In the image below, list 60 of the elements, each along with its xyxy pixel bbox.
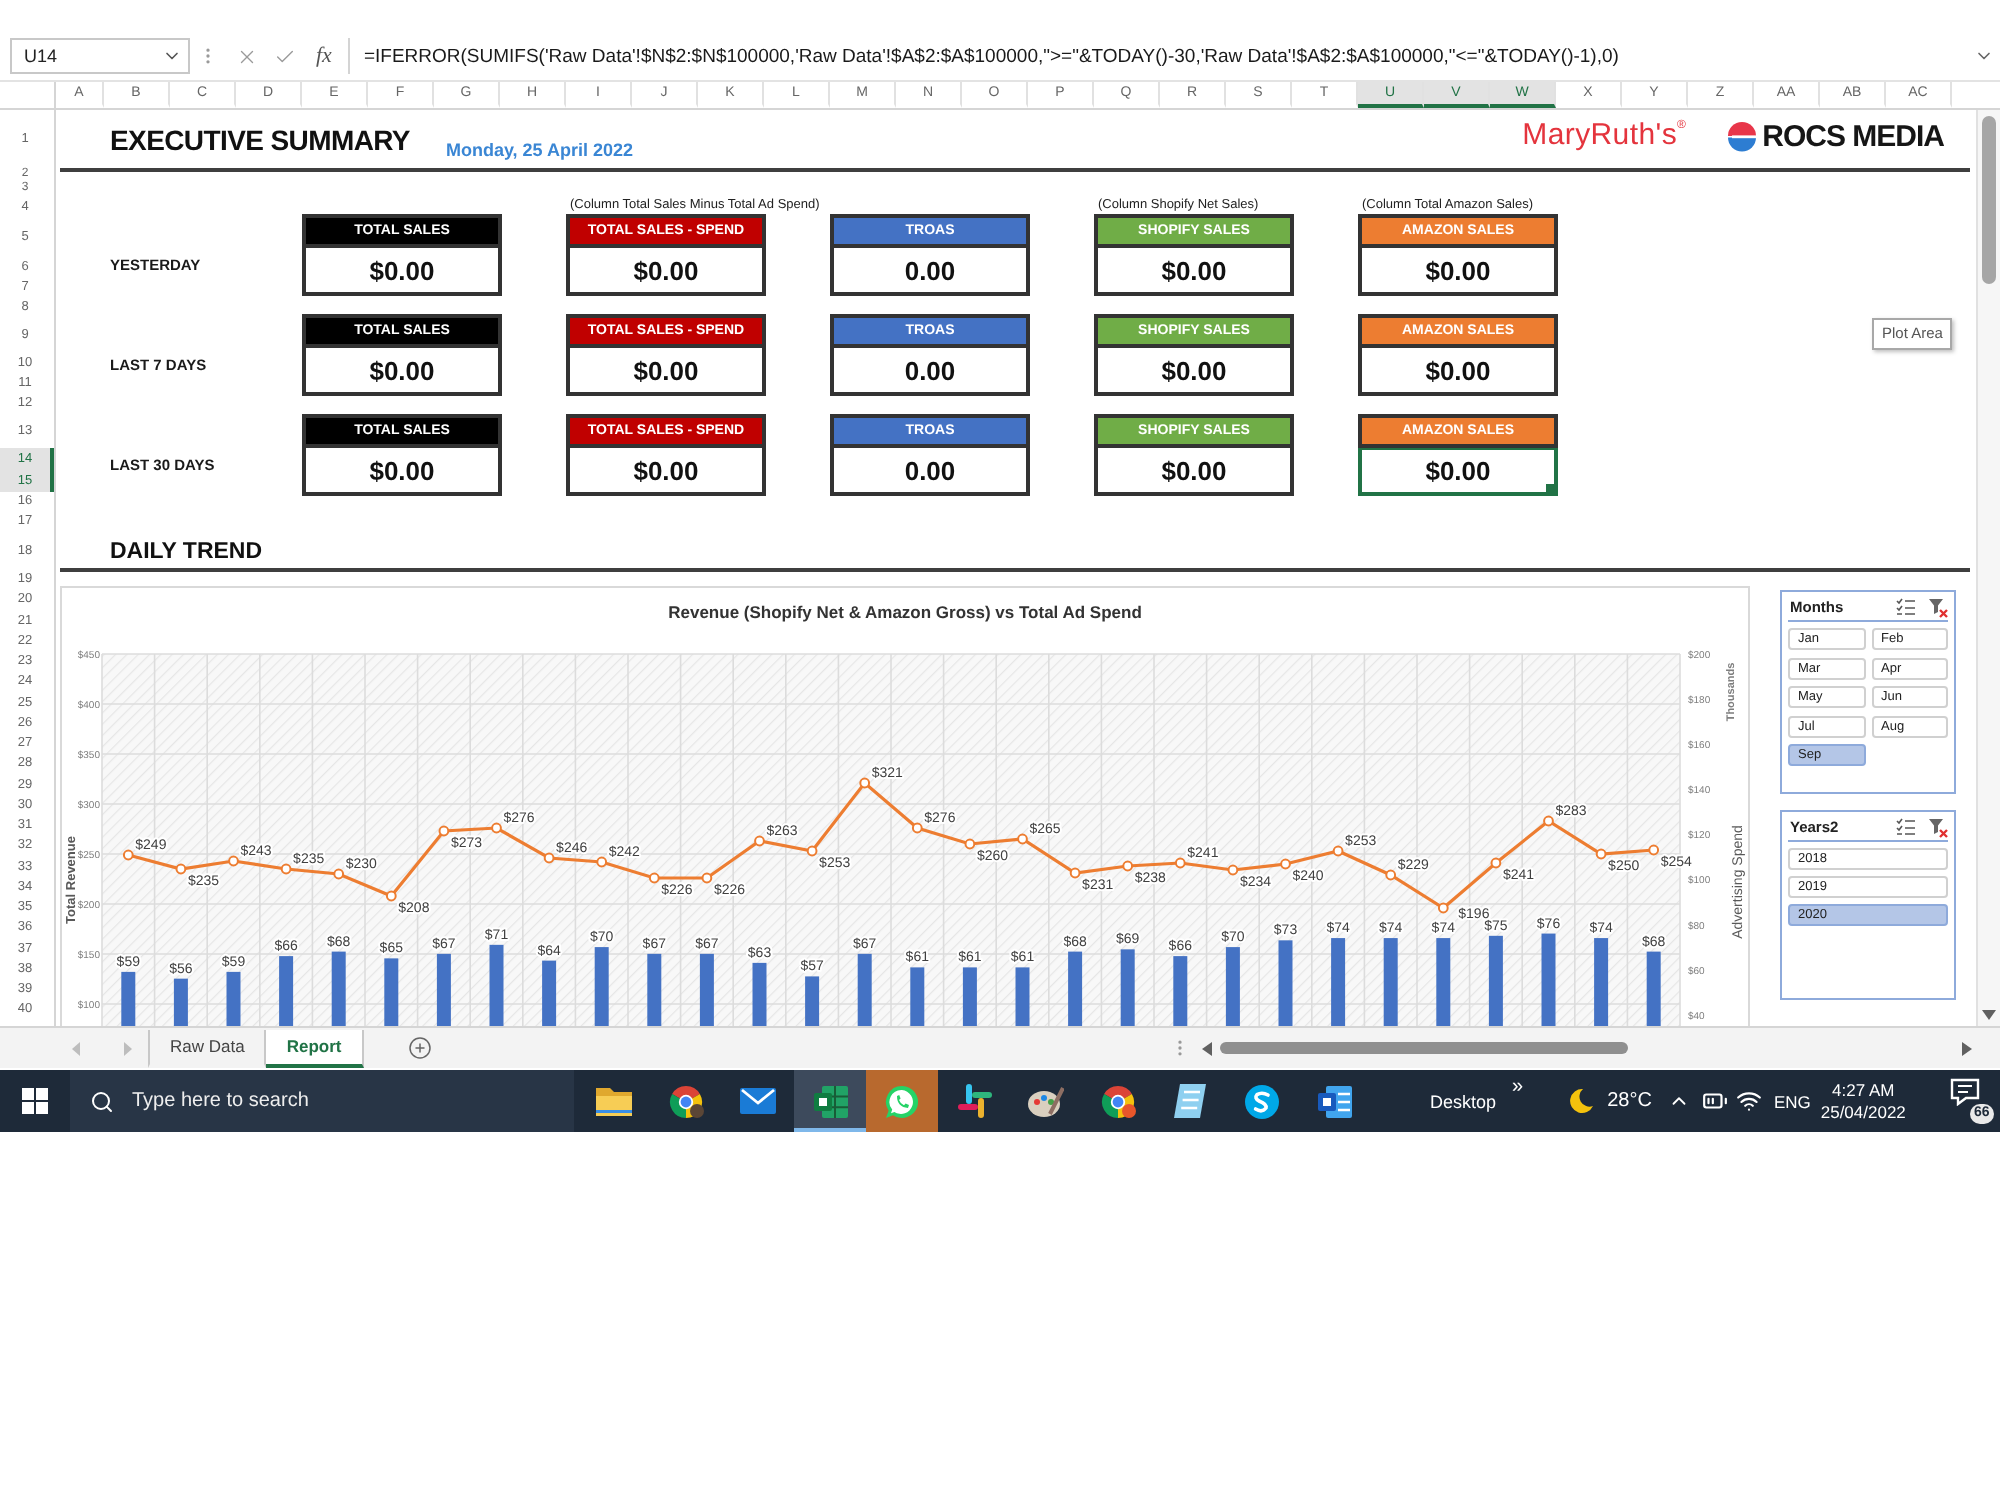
swirl-icon: [1244, 1083, 1280, 1119]
brand-logo: ROCS MEDIA: [1762, 119, 1944, 153]
search-box[interactable]: Type here to search: [70, 1070, 574, 1132]
brand-logo: MaryRuth's$^{®}$: [1522, 118, 1687, 154]
clock[interactable]: 4:27 AM 25/04/2022: [1820, 1080, 1906, 1122]
chart-title: Revenue (Shopify Net & Amazon Gross) vs Total Ad Spend: [668, 602, 1142, 626]
card-value[interactable]: $0.00: [1094, 348, 1294, 396]
chat-icon: [884, 1083, 920, 1119]
battery-icon[interactable]: [1701, 1088, 1728, 1114]
card-value[interactable]: 0.00: [830, 248, 1030, 296]
fill-handle[interactable]: [1546, 484, 1554, 492]
date-text: Monday, 25 April 2022: [445, 140, 633, 162]
name-box[interactable]: U14: [10, 38, 190, 74]
start-icon: [22, 1088, 48, 1114]
clear-filter-icon[interactable]: [1928, 817, 1948, 837]
language-indicator[interactable]: ENG: [1773, 1089, 1811, 1113]
desktop-label[interactable]: Desktop: [1430, 1089, 1497, 1113]
temperature-text[interactable]: 28°C: [1607, 1089, 1652, 1113]
multi-select-icon[interactable]: [1896, 818, 1916, 836]
card-value[interactable]: 0.00: [830, 348, 1030, 396]
spreadsheet-icon: [813, 1085, 847, 1117]
search-icon: [90, 1089, 114, 1113]
card-value[interactable]: 0.00: [830, 448, 1030, 496]
formula-field[interactable]: =IFERROR(SUMIFS('Raw Data'!$N$2:$N$100000,'Raw Data'!$A$2:$A$100000,">="&TODAY()-30,'Raw Data'!$A$2:$A$100000,"<="&TODAY()-1),0): [347, 38, 1968, 74]
add-icon[interactable]: [407, 1036, 432, 1060]
scrollbar-thumb[interactable]: [1982, 116, 1996, 284]
check-icon[interactable]: [274, 45, 296, 67]
card-value[interactable]: $0.00: [566, 248, 766, 296]
moon-icon: [1567, 1088, 1594, 1114]
card-value[interactable]: $0.00: [302, 448, 502, 496]
scrollbar-thumb[interactable]: [1219, 1042, 1628, 1054]
card-value[interactable]: $0.00: [1358, 348, 1558, 396]
card-value[interactable]: $0.00: [302, 348, 502, 396]
hash-icon: [957, 1084, 991, 1118]
card-value[interactable]: $0.00: [1094, 448, 1294, 496]
function-button[interactable]: fx: [312, 42, 336, 70]
card-value[interactable]: $0.00: [1358, 448, 1558, 496]
page-title: EXECUTIVE SUMMARY: [110, 124, 410, 156]
card-value[interactable]: $0.00: [302, 248, 502, 296]
circle-logo-icon: [1726, 120, 1759, 152]
document-icon: [1317, 1085, 1351, 1117]
speech-bubble-icon: [1949, 1077, 1980, 1105]
card-value[interactable]: $0.00: [1358, 248, 1558, 296]
cross-icon[interactable]: [236, 45, 258, 67]
section-title: DAILY TREND: [110, 540, 263, 566]
clear-filter-icon[interactable]: [1928, 597, 1948, 617]
card-value[interactable]: $0.00: [1094, 248, 1294, 296]
scroll-right-icon[interactable]: [1962, 1041, 1972, 1055]
card-value[interactable]: $0.00: [566, 448, 766, 496]
sheet-tab[interactable]: Report: [266, 1029, 364, 1067]
notepad-icon: [1174, 1084, 1206, 1118]
mail-icon: [740, 1088, 776, 1114]
search-field[interactable]: Type here to search: [132, 1085, 554, 1117]
card-value[interactable]: $0.00: [566, 348, 766, 396]
multi-select-icon[interactable]: [1896, 598, 1916, 616]
folder-icon: [596, 1086, 632, 1116]
scroll-left-icon[interactable]: [1201, 1041, 1212, 1055]
more-chevron[interactable]: »: [1512, 1076, 1524, 1100]
palette-icon: [1028, 1085, 1064, 1117]
scroll-down-icon[interactable]: [1982, 1010, 1996, 1020]
